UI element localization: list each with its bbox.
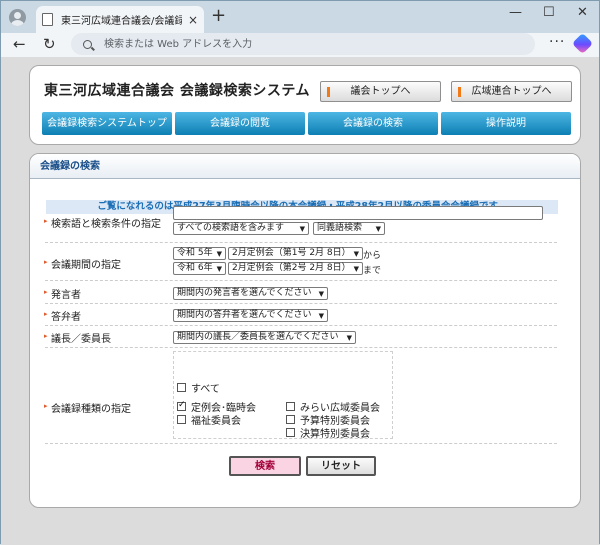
page-favicon-icon — [42, 13, 53, 26]
new-tab-icon[interactable]: + — [211, 5, 226, 26]
answerer-value: 期間内の答弁者を選んでください — [177, 310, 312, 320]
checkbox[interactable] — [286, 402, 295, 411]
chair-value: 期間内の議長／委員長を選んでください — [177, 332, 339, 342]
page-viewport: 東三河広域連合議会 会議録検索システム 議会トップへ 広域連合トップへ 会議録検… — [1, 57, 599, 545]
more-menu-icon[interactable]: ··· — [549, 34, 565, 50]
page: 東三河広域連合議会 会議録検索システム 議会トップへ 広域連合トップへ 会議録検… — [29, 65, 581, 516]
search-button[interactable]: 検索 — [229, 456, 301, 476]
search-icon — [83, 39, 92, 49]
speaker-label: 発言者 — [44, 286, 81, 301]
synonym-select[interactable]: 同義語検索 ▼ — [313, 222, 385, 235]
browser-window: 東三河広域連合議会/会議録検索 × + — ☐ ✕ ← ↻ ··· 東三河広域連… — [0, 0, 600, 545]
browser-toolbar: ← ↻ ··· — [1, 32, 599, 57]
copilot-icon[interactable] — [571, 32, 594, 55]
menu-instructions[interactable]: 操作説明 — [441, 112, 571, 135]
assembly-top-link[interactable]: 議会トップへ — [320, 81, 441, 102]
from-session-value: 2月定例会（第1号 2月 8日） — [232, 248, 351, 258]
answerer-select[interactable]: 期間内の答弁者を選んでください ▼ — [173, 309, 328, 322]
type-label: 福祉委員会 — [191, 416, 241, 427]
chevron-down-icon: ▼ — [375, 225, 381, 233]
type-label: 決算特別委員会 — [300, 429, 370, 440]
tab-close-icon[interactable]: × — [188, 13, 198, 27]
to-year-value: 令和 6年 — [177, 263, 213, 273]
chevron-down-icon: ▼ — [216, 265, 222, 273]
site-title: 東三河広域連合議会 会議録検索システム — [44, 83, 310, 99]
from-suffix: から — [363, 251, 382, 261]
answerer-label: 答弁者 — [44, 308, 81, 323]
type-settlement-committee-checkbox[interactable]: 決算特別委員会 — [286, 425, 370, 440]
address-input[interactable] — [102, 37, 482, 51]
divider — [45, 242, 557, 243]
browser-tab[interactable]: 東三河広域連合議会/会議録検索 × — [36, 6, 204, 33]
chevron-down-icon: ▼ — [299, 225, 305, 233]
type-all-label: すべて — [191, 384, 220, 395]
chevron-down-icon: ▼ — [353, 250, 359, 258]
chevron-down-icon: ▼ — [353, 265, 359, 273]
keyword-input[interactable] — [173, 206, 543, 220]
match-condition-select[interactable]: すべての検索語を含みます ▼ — [173, 222, 309, 235]
chevron-down-icon: ▼ — [216, 250, 222, 258]
checkbox[interactable] — [177, 415, 186, 424]
back-icon[interactable]: ← — [13, 35, 26, 53]
profile-avatar-icon[interactable] — [9, 9, 26, 26]
close-window-icon[interactable]: ✕ — [577, 5, 588, 20]
match-condition-value: すべての検索語を含みます — [177, 223, 285, 233]
checkbox[interactable] — [286, 415, 295, 424]
chevron-down-icon: ▼ — [346, 334, 352, 342]
chair-label: 議長／委員長 — [44, 330, 111, 345]
maximize-icon[interactable]: ☐ — [543, 5, 555, 20]
chevron-down-icon: ▼ — [318, 290, 324, 298]
minutes-type-label: 会議録種類の指定 — [44, 400, 131, 415]
to-suffix: まで — [363, 266, 382, 276]
refresh-icon[interactable]: ↻ — [43, 35, 56, 53]
type-welfare-committee-checkbox[interactable]: 福祉委員会 — [177, 412, 241, 427]
from-session-select[interactable]: 2月定例会（第1号 2月 8日） ▼ — [228, 247, 363, 260]
address-bar[interactable] — [71, 33, 535, 55]
regional-union-top-link[interactable]: 広域連合トップへ — [451, 81, 572, 102]
type-all-checkbox[interactable]: すべて — [177, 380, 220, 395]
from-year-value: 令和 5年 — [177, 248, 213, 258]
menu-browse-minutes[interactable]: 会議録の閲覧 — [175, 112, 305, 135]
to-year-select[interactable]: 令和 6年 ▼ — [173, 262, 226, 275]
speaker-select[interactable]: 期間内の発言者を選んでください ▼ — [173, 287, 328, 300]
site-header: 東三河広域連合議会 会議録検索システム 議会トップへ 広域連合トップへ 会議録検… — [29, 65, 581, 145]
checkbox[interactable] — [177, 400, 186, 411]
minimize-icon[interactable]: — — [509, 5, 522, 20]
divider — [45, 325, 557, 326]
chair-select[interactable]: 期間内の議長／委員長を選んでください ▼ — [173, 331, 356, 344]
synonym-value: 同義語検索 — [317, 223, 363, 233]
chevron-down-icon: ▼ — [318, 312, 324, 320]
divider — [45, 303, 557, 304]
checkbox[interactable] — [286, 428, 295, 437]
section-title: 会議録の検索 — [30, 154, 580, 179]
keyword-label: 検索語と検索条件の指定 — [44, 215, 161, 230]
divider — [45, 347, 557, 348]
tab-title: 東三河広域連合議会/会議録検索 — [61, 16, 182, 27]
to-session-select[interactable]: 2月定例会（第2号 2月 8日） ▼ — [228, 262, 363, 275]
menu-search-minutes[interactable]: 会議録の検索 — [308, 112, 438, 135]
period-label: 会議期間の指定 — [44, 256, 121, 271]
reset-button[interactable]: リセット — [306, 456, 376, 476]
from-year-select[interactable]: 令和 5年 ▼ — [173, 247, 226, 260]
to-session-value: 2月定例会（第2号 2月 8日） — [232, 263, 351, 273]
tab-bar: 東三河広域連合議会/会議録検索 × + — ☐ ✕ — [1, 1, 599, 33]
speaker-value: 期間内の発言者を選んでください — [177, 288, 312, 298]
divider — [45, 443, 557, 444]
divider — [45, 280, 557, 281]
checkbox[interactable] — [177, 383, 186, 392]
menu-search-system-top[interactable]: 会議録検索システムトップ — [42, 112, 172, 135]
